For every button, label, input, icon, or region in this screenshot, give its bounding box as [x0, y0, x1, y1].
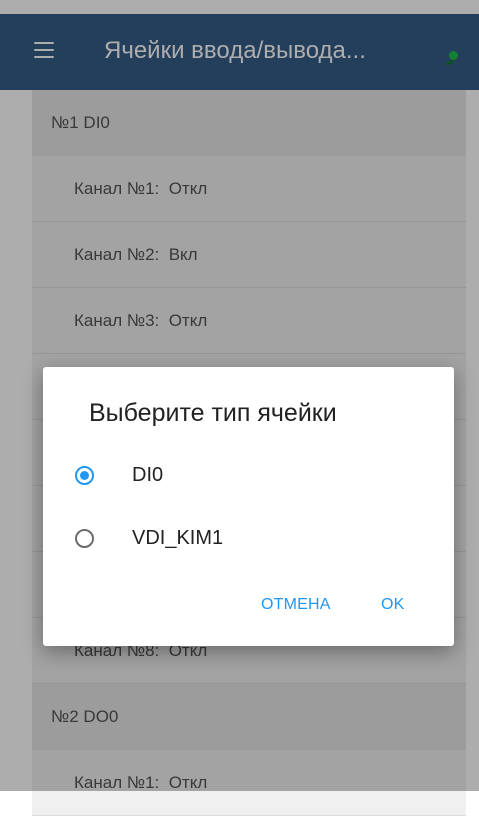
option-vdi-kim1[interactable]: VDI_KIM1: [75, 518, 223, 558]
dialog-title: Выберите тип ячейки: [89, 399, 337, 427]
cell-type-dialog: Выберите тип ячейки DI0 VDI_KIM1 ОТМЕНА …: [43, 367, 454, 646]
option-label: DI0: [132, 463, 164, 486]
radio-checked-icon[interactable]: [75, 465, 94, 485]
option-di0[interactable]: DI0: [75, 455, 163, 495]
ok-button[interactable]: OK: [381, 596, 405, 614]
cancel-button[interactable]: ОТМЕНА: [261, 596, 331, 614]
radio-unchecked-icon[interactable]: [75, 528, 94, 548]
option-label: VDI_KIM1: [132, 526, 224, 549]
